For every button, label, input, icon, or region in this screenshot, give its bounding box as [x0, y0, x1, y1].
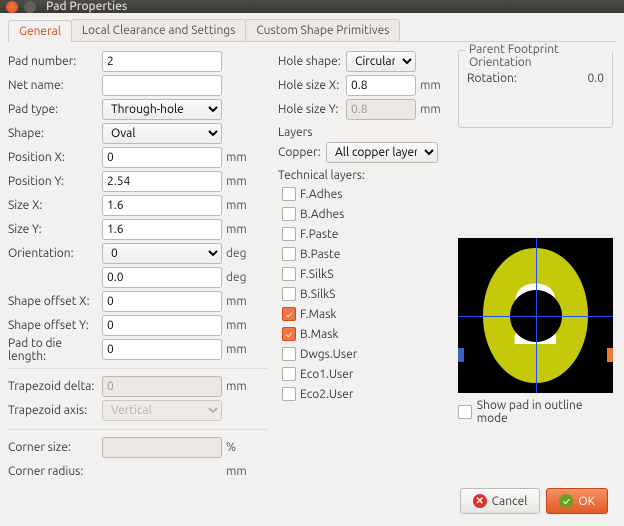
cancel-button[interactable]: ✕Cancel: [460, 488, 541, 514]
hole-shape-select[interactable]: Circular: [346, 51, 416, 72]
window-title: Pad Properties: [46, 0, 127, 13]
rotation-value: 0.0: [588, 72, 605, 85]
sizex-input[interactable]: [102, 195, 222, 216]
minimize-icon[interactable]: [24, 1, 36, 13]
die-input[interactable]: [102, 339, 222, 360]
die-label: Pad to die length:: [8, 337, 102, 363]
corner-r-label: Corner radius:: [8, 465, 102, 478]
trap-a-label: Trapezoid axis:: [8, 404, 102, 417]
layer-label: F.Mask: [300, 308, 336, 321]
corner-sz-label: Corner size:: [8, 441, 102, 454]
parent-orientation-box: Parent Footprint Orientation Front side …: [458, 50, 613, 128]
net-name-input[interactable]: [102, 75, 222, 96]
layer-checkbox-Eco1.User[interactable]: [282, 367, 296, 381]
layer-label: Eco1.User: [300, 368, 353, 381]
layer-checkbox-Eco2.User[interactable]: [282, 387, 296, 401]
tab-general[interactable]: General: [8, 20, 72, 42]
show-outline-checkbox[interactable]: [458, 405, 472, 419]
layer-label: Dwgs.User: [300, 348, 357, 361]
offx-input[interactable]: [102, 291, 222, 312]
posy-label: Position Y:: [8, 175, 102, 188]
layer-checkbox-F.Paste[interactable]: [282, 227, 296, 241]
tab-local-clearance[interactable]: Local Clearance and Settings: [71, 19, 247, 41]
ok-icon: ✓: [559, 494, 573, 508]
sizey-label: Size Y:: [8, 223, 102, 236]
orient-select[interactable]: 0: [102, 243, 222, 264]
titlebar: Pad Properties: [0, 0, 624, 13]
tab-custom-shape[interactable]: Custom Shape Primitives: [245, 19, 400, 41]
hole-x-input[interactable]: [346, 75, 416, 96]
offy-label: Shape offset Y:: [8, 319, 102, 332]
corner-r-input: [102, 461, 222, 482]
copper-select[interactable]: All copper layers: [326, 142, 438, 163]
layer-label: F.SilkS: [300, 268, 333, 281]
sizex-label: Size X:: [8, 199, 102, 212]
layers-group-label: Layers: [278, 126, 448, 139]
layer-checkbox-B.Mask[interactable]: ✓: [282, 327, 296, 341]
layer-label: B.Adhes: [300, 208, 344, 221]
tech-layers-label: Technical layers:: [278, 169, 448, 182]
pad-type-label: Pad type:: [8, 103, 102, 116]
posy-input[interactable]: [102, 171, 222, 192]
tab-bar: General Local Clearance and Settings Cus…: [8, 19, 616, 42]
copper-label: Copper:: [278, 146, 326, 159]
parent-orientation-title: Parent Footprint Orientation: [465, 43, 612, 69]
posx-input[interactable]: [102, 147, 222, 168]
pad-type-select[interactable]: Through-hole: [102, 99, 222, 120]
layer-checkbox-F.SilkS[interactable]: [282, 267, 296, 281]
hole-x-label: Hole size X:: [278, 79, 346, 92]
layer-checkbox-B.Adhes[interactable]: [282, 207, 296, 221]
sizey-input[interactable]: [102, 219, 222, 240]
pad-preview: 2: [458, 238, 613, 393]
pad-number-label: Pad number:: [8, 55, 102, 68]
shape-label: Shape:: [8, 127, 102, 140]
layer-label: B.Paste: [300, 248, 340, 261]
corner-sz-input: [102, 437, 222, 458]
layer-label: B.SilkS: [300, 288, 335, 301]
layer-label: F.Adhes: [300, 188, 342, 201]
shape-select[interactable]: Oval: [102, 123, 222, 144]
offy-input[interactable]: [102, 315, 222, 336]
hole-y-input: [346, 99, 416, 120]
orient-label: Orientation:: [8, 247, 102, 260]
trap-d-input: [102, 376, 222, 397]
cancel-icon: ✕: [473, 494, 487, 508]
posx-label: Position X:: [8, 151, 102, 164]
show-outline-label: Show pad in outline mode: [477, 399, 613, 425]
close-icon[interactable]: [6, 1, 18, 13]
layer-checkbox-B.Paste[interactable]: [282, 247, 296, 261]
layer-label: B.Mask: [300, 328, 338, 341]
net-name-label: Net name:: [8, 79, 102, 92]
layer-checkbox-B.SilkS[interactable]: [282, 287, 296, 301]
pad-number-input[interactable]: [102, 51, 222, 72]
hole-y-label: Hole size Y:: [278, 103, 346, 116]
hole-shape-label: Hole shape:: [278, 55, 346, 68]
ok-button[interactable]: ✓OK: [546, 488, 608, 514]
orient-free-input[interactable]: [102, 267, 222, 288]
layer-checkbox-Dwgs.User[interactable]: [282, 347, 296, 361]
layer-label: F.Paste: [300, 228, 338, 241]
offx-label: Shape offset X:: [8, 295, 102, 308]
trap-a-select: Vertical: [102, 400, 222, 421]
rotation-label: Rotation:: [467, 72, 517, 85]
layer-checkbox-F.Mask[interactable]: ✓: [282, 307, 296, 321]
layer-label: Eco2.User: [300, 388, 353, 401]
layer-checkbox-F.Adhes[interactable]: [282, 187, 296, 201]
trap-d-label: Trapezoid delta:: [8, 380, 102, 393]
